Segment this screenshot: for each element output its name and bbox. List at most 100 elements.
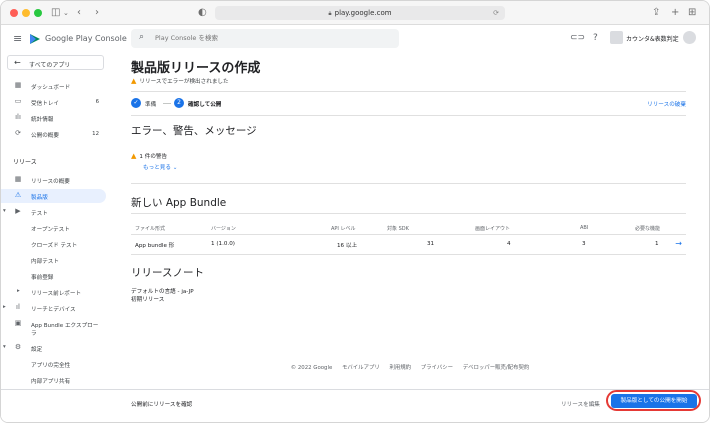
column-header: API レベル bbox=[331, 226, 356, 232]
table-cell: 1 bbox=[655, 241, 659, 247]
sidebar-item-dashboard[interactable]: ▦ ダッシュボード bbox=[1, 79, 109, 93]
step-review-publish[interactable]: 確認して公開 bbox=[188, 100, 221, 108]
address-bar[interactable]: 🔒︎ play.google.com ⟳ bbox=[215, 6, 505, 20]
sidebar-item-internal-testing[interactable]: 内部テスト bbox=[1, 253, 109, 267]
page-title: 製品版リリースの作成 bbox=[131, 61, 261, 76]
search-icon: ⌕ bbox=[139, 32, 145, 42]
developer-account-icon[interactable] bbox=[610, 31, 623, 44]
sidebar-section-release: リリース bbox=[13, 159, 37, 166]
back-arrow-icon: ← bbox=[14, 58, 21, 67]
sidebar-item-publishing-overview[interactable]: ⟳ 公開の概要 12 bbox=[1, 127, 109, 141]
sidebar-item-pre-launch-report[interactable]: ▸ リリース前レポート bbox=[1, 285, 109, 299]
sidebar-item-reach-devices[interactable]: ▸ ıl リーチとデバイス bbox=[1, 301, 109, 315]
column-header: バージョン bbox=[211, 226, 236, 232]
sidebar-item-testing[interactable]: ▾ ▶ テスト bbox=[1, 205, 109, 219]
column-header: ファイル形式 bbox=[135, 226, 166, 232]
footer-link-privacy[interactable]: プライバシー bbox=[421, 365, 453, 371]
column-header: 必要な機能 bbox=[635, 226, 661, 232]
sidebar-item-open-testing[interactable]: オープンテスト bbox=[1, 221, 109, 235]
step-complete-icon: ✓ bbox=[131, 98, 141, 108]
discard-release-link[interactable]: リリースの破棄 bbox=[647, 100, 686, 108]
sidebar-item-production[interactable]: ⚠ 製品版 bbox=[1, 189, 106, 203]
settings-icon: ⚙ bbox=[14, 343, 22, 351]
zoom-window-button[interactable] bbox=[34, 9, 42, 17]
sidebar-toggle-icon[interactable]: ◫ bbox=[51, 6, 60, 20]
footer-link-mobile-app[interactable]: モバイルアプリ bbox=[342, 365, 380, 371]
footer-link-terms[interactable]: 利用規約 bbox=[389, 365, 411, 371]
all-apps-button[interactable]: ← すべてのアプリ bbox=[7, 55, 104, 70]
browser-toolbar: ◫ ⌄ ‹ › ◐ 🔒︎ play.google.com ⟳ ⇪ + ⊞ bbox=[1, 1, 709, 25]
edit-release-button[interactable]: リリースを編集 bbox=[561, 400, 600, 408]
sidebar-item-bundle-explorer[interactable]: ▣ App Bundle エクスプロー ラ bbox=[1, 317, 109, 337]
new-tab-icon[interactable]: + bbox=[671, 6, 679, 20]
divider bbox=[131, 183, 686, 184]
browser-window: ◫ ⌄ ‹ › ◐ 🔒︎ play.google.com ⟳ ⇪ + ⊞ ≡ Go… bbox=[0, 0, 710, 423]
dashboard-icon: ▦ bbox=[14, 81, 22, 89]
footer-link-developer-agreement[interactable]: デベロッパー販売/配布契約 bbox=[463, 365, 530, 371]
chevron-down-icon[interactable]: ⌄ bbox=[63, 6, 69, 20]
column-header: 対象 SDK bbox=[387, 226, 409, 232]
review-hint-text: 公開前にリリースを確認 bbox=[131, 402, 193, 408]
step-prepare[interactable]: 準備 bbox=[145, 100, 156, 108]
reload-icon[interactable]: ⟳ bbox=[493, 6, 499, 20]
close-window-button[interactable] bbox=[10, 9, 18, 17]
testing-icon: ▶ bbox=[15, 207, 21, 215]
start-production-rollout-button[interactable]: 製品版としての公開を開始 bbox=[611, 394, 697, 408]
statistics-icon: ılı bbox=[15, 113, 21, 121]
inbox-icon: ▭ bbox=[14, 97, 22, 105]
sidebar-item-statistics[interactable]: ılı 統計情報 bbox=[1, 111, 109, 125]
arrow-right-icon[interactable]: → bbox=[675, 239, 682, 248]
sidebar-item-internal-app-sharing[interactable]: 内部アプリ共有 bbox=[1, 373, 109, 387]
step-connector bbox=[163, 103, 171, 104]
table-cell: 31 bbox=[427, 241, 435, 247]
step-number-icon: 2 bbox=[174, 98, 184, 108]
share-icon[interactable]: ⇪ bbox=[652, 6, 660, 20]
table-cell: 3 bbox=[582, 241, 586, 247]
divider bbox=[131, 254, 686, 255]
footer-copyright: © 2022 Google bbox=[290, 365, 333, 371]
sidebar-item-release-overview[interactable]: ▦ リリースの概要 bbox=[1, 173, 109, 187]
section-errors-heading: エラー、警告、メッセージ bbox=[131, 125, 257, 137]
chevron-down-icon: ▾ bbox=[3, 208, 6, 214]
search-box[interactable]: ⌕ bbox=[131, 29, 399, 48]
notes-text: 初期リリース bbox=[131, 297, 165, 303]
table-row[interactable]: App bundle 形 1 (1.0.0) 16 以上 31 4 3 1 → bbox=[131, 237, 686, 253]
production-icon: ⚠ bbox=[14, 191, 22, 199]
warning-icon: ▲ bbox=[131, 152, 137, 160]
all-apps-label: すべてのアプリ bbox=[29, 62, 71, 69]
sidebar-item-app-integrity[interactable]: アプリの完全性 bbox=[1, 357, 109, 371]
menu-icon[interactable]: ≡ bbox=[13, 33, 22, 45]
link-icon[interactable]: ⊂⊃ bbox=[570, 33, 585, 43]
avatar[interactable] bbox=[683, 31, 696, 44]
divider bbox=[131, 115, 686, 116]
developer-name[interactable]: カウンタ&表数判定 bbox=[626, 34, 679, 43]
divider bbox=[131, 91, 686, 92]
minimize-window-button[interactable] bbox=[22, 9, 30, 17]
privacy-shield-icon[interactable]: ◐ bbox=[198, 6, 207, 20]
sidebar-item-settings[interactable]: ▾ ⚙ 設定 bbox=[1, 341, 109, 355]
column-header: ABI bbox=[580, 225, 589, 231]
sidebar-item-pre-registration[interactable]: 事前登録 bbox=[1, 269, 109, 283]
table-cell: App bundle 形 bbox=[135, 243, 175, 249]
table-cell: 16 以上 bbox=[337, 243, 358, 249]
tab-overview-icon[interactable]: ⊞ bbox=[688, 6, 696, 20]
sidebar-item-inbox[interactable]: ▭ 受信トレイ 6 bbox=[1, 95, 109, 109]
publishing-icon: ⟳ bbox=[15, 129, 21, 137]
section-bundle-heading: 新しい App Bundle bbox=[131, 197, 227, 209]
chevron-down-icon: ▾ bbox=[3, 344, 6, 350]
forward-arrow-icon[interactable]: › bbox=[95, 6, 99, 20]
sidebar-item-closed-testing[interactable]: クローズド テスト bbox=[1, 237, 109, 251]
warning-count: ▲ 1 件の警告 bbox=[131, 152, 168, 160]
address-text: play.google.com bbox=[334, 9, 392, 17]
help-icon[interactable]: ? bbox=[593, 33, 598, 43]
show-more-link[interactable]: もっと見る ⌄ bbox=[143, 163, 177, 171]
back-arrow-icon[interactable]: ‹ bbox=[77, 6, 81, 20]
divider bbox=[131, 234, 686, 235]
chevron-right-icon: ▸ bbox=[17, 288, 20, 294]
main-content: 製品版リリースの作成 ▲ リリースでエラーが検出されました ✓ 準備 2 確認して… bbox=[109, 53, 709, 391]
search-input[interactable] bbox=[155, 29, 385, 48]
bottom-action-bar: 公開前にリリースを確認 リリースを編集 製品版としての公開を開始 bbox=[1, 389, 709, 422]
warning-icon: ▲ bbox=[131, 77, 137, 85]
logo-text: Google Play Console bbox=[45, 34, 127, 43]
lock-icon: 🔒︎ bbox=[328, 10, 332, 17]
